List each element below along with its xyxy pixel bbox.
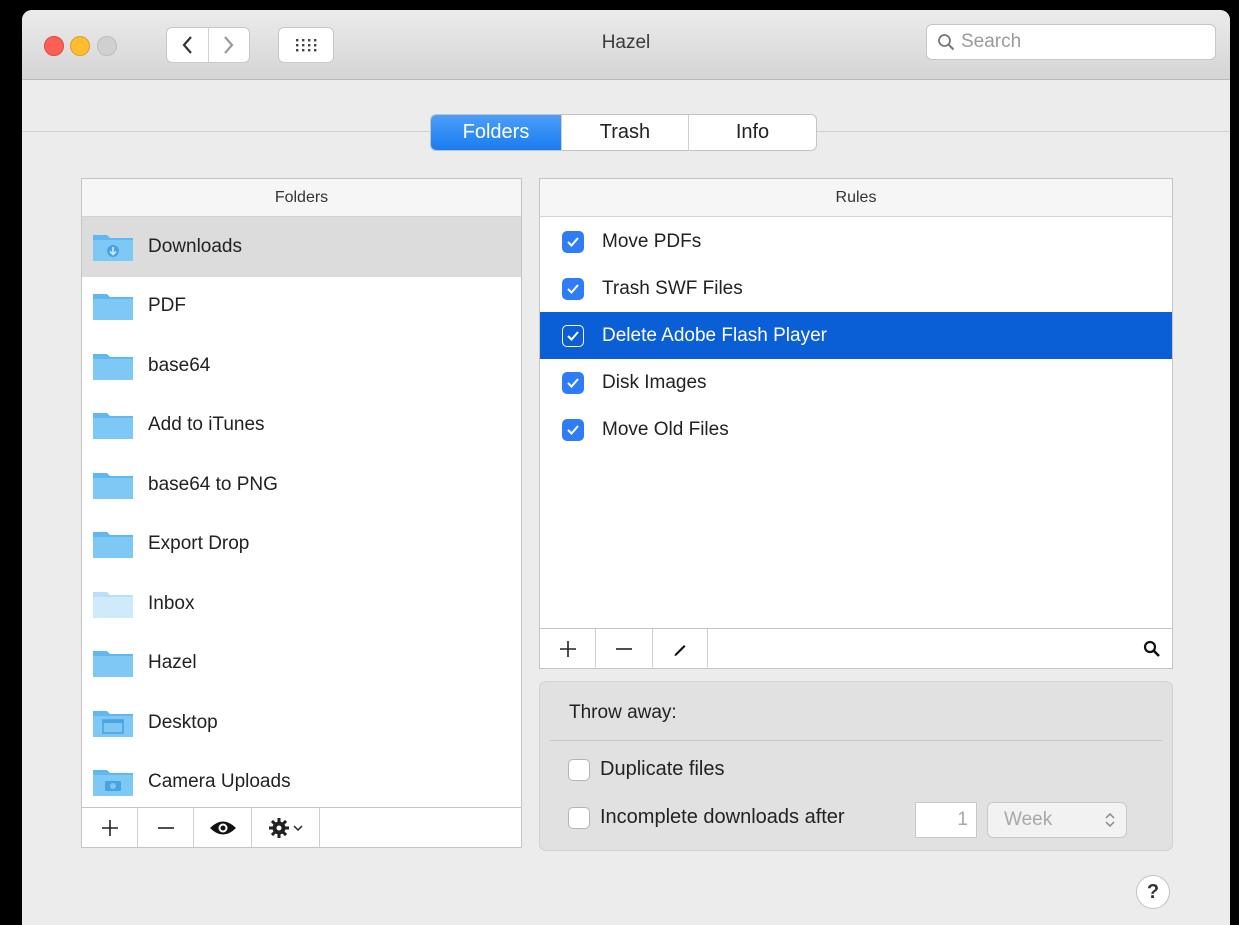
folder-list[interactable]: Downloads PDF base64 Add to iTunes base6… [82, 217, 521, 802]
checkmark-icon [567, 424, 579, 435]
throw-away-title: Throw away: [569, 702, 677, 723]
minus-icon [157, 826, 174, 829]
folder-label: Add to iTunes [148, 414, 265, 436]
incomplete-downloads-unit-select[interactable]: Week [987, 802, 1127, 838]
rules-column-header: Rules [540, 179, 1172, 217]
folder-label: PDF [148, 295, 186, 317]
folder-item-downloads[interactable]: Downloads [82, 217, 521, 277]
camera-folder-icon [93, 770, 133, 797]
checkmark-icon [567, 283, 579, 294]
titlebar: Hazel [22, 10, 1230, 80]
rule-list[interactable]: Move PDFs Trash SWF Files Delete Adobe F… [540, 218, 1172, 628]
chevron-down-icon [293, 824, 303, 831]
search-icon [938, 34, 955, 51]
unit-select-value: Week [1004, 809, 1053, 830]
rule-item-move-old-files[interactable]: Move Old Files [540, 406, 1172, 453]
rule-item-disk-images[interactable]: Disk Images [540, 359, 1172, 406]
downloads-folder-icon [93, 234, 133, 261]
add-folder-button[interactable] [82, 808, 138, 847]
remove-folder-button[interactable] [138, 808, 194, 847]
folder-icon [93, 532, 133, 559]
rules-toolbar-spacer [708, 629, 1132, 668]
folder-icon [93, 413, 133, 440]
plus-icon [101, 819, 118, 836]
duplicate-files-option[interactable]: Duplicate files [568, 758, 725, 781]
rule-item-trash-swf-files[interactable]: Trash SWF Files [540, 265, 1172, 312]
tab-trash[interactable]: Trash [561, 115, 688, 150]
folder-label: base64 [148, 354, 211, 376]
folder-icon [93, 472, 133, 499]
folder-item-desktop[interactable]: Desktop [82, 693, 521, 753]
search-field[interactable] [926, 24, 1216, 60]
duplicate-files-checkbox[interactable] [568, 758, 590, 781]
folder-item-add-to-itunes[interactable]: Add to iTunes [82, 396, 521, 456]
folders-toolbar [82, 807, 521, 847]
up-down-arrows-icon [1105, 812, 1115, 828]
folder-label: Camera Uploads [148, 771, 291, 793]
folder-label: Downloads [148, 235, 242, 257]
rule-label: Disk Images [602, 371, 707, 393]
tab-info[interactable]: Info [688, 115, 816, 150]
plus-icon [559, 640, 576, 657]
folder-label: base64 to PNG [148, 473, 278, 495]
folder-item-base64-to-png[interactable]: base64 to PNG [82, 455, 521, 515]
throw-away-box: Throw away: Duplicate files Incomplete d… [539, 681, 1173, 851]
eye-icon [209, 821, 236, 834]
incomplete-downloads-checkbox[interactable] [568, 806, 590, 829]
incomplete-downloads-count-field[interactable]: 1 [915, 802, 977, 838]
folder-icon [93, 294, 133, 321]
preview-folder-button[interactable] [194, 808, 252, 847]
rule-enabled-checkbox[interactable] [562, 277, 584, 300]
rule-enabled-checkbox[interactable] [562, 230, 584, 253]
preview-rule-button[interactable] [1132, 629, 1172, 668]
folders-panel: Folders Downloads PDF base64 Add to iTun… [81, 178, 522, 848]
checkmark-icon [567, 330, 579, 341]
tab-folders[interactable]: Folders [431, 115, 561, 150]
folder-label: Hazel [148, 652, 197, 674]
desktop-folder-icon [93, 710, 133, 737]
rule-label: Trash SWF Files [602, 277, 743, 299]
add-rule-button[interactable] [540, 629, 596, 668]
rule-label: Move PDFs [602, 230, 702, 252]
incomplete-downloads-option[interactable]: Incomplete downloads after [568, 806, 845, 829]
checkmark-icon [567, 236, 579, 247]
folder-label: Desktop [148, 711, 218, 733]
edit-rule-button[interactable] [653, 629, 708, 668]
light-folder-icon [93, 591, 133, 618]
rule-item-move-pdfs[interactable]: Move PDFs [540, 218, 1172, 265]
folder-label: Export Drop [148, 533, 250, 555]
rule-label: Move Old Files [602, 418, 729, 440]
rule-enabled-checkbox[interactable] [562, 418, 584, 441]
rules-toolbar [540, 628, 1172, 668]
folder-label: Inbox [148, 592, 195, 614]
folder-actions-menu-button[interactable] [252, 808, 320, 847]
folders-column-header: Folders [82, 179, 521, 217]
remove-rule-button[interactable] [596, 629, 653, 668]
rule-enabled-checkbox[interactable] [562, 324, 584, 347]
folder-item-export-drop[interactable]: Export Drop [82, 515, 521, 575]
rule-enabled-checkbox[interactable] [562, 371, 584, 394]
minus-icon [616, 647, 632, 650]
folder-icon [93, 651, 133, 678]
folder-item-camera-uploads[interactable]: Camera Uploads [82, 753, 521, 803]
help-button[interactable]: ? [1136, 875, 1170, 909]
duplicate-files-label: Duplicate files [600, 758, 725, 780]
search-input[interactable] [961, 31, 1201, 53]
pencil-icon [674, 644, 686, 656]
throw-away-divider [550, 740, 1162, 741]
folder-icon [93, 353, 133, 380]
folder-item-base64[interactable]: base64 [82, 336, 521, 396]
rule-label: Delete Adobe Flash Player [602, 324, 827, 346]
checkmark-icon [567, 377, 579, 388]
rules-panel: Rules Move PDFs Trash SWF Files Delete A… [539, 178, 1173, 669]
incomplete-downloads-label: Incomplete downloads after [600, 806, 845, 828]
rule-item-delete-adobe-flash-player[interactable]: Delete Adobe Flash Player [540, 312, 1172, 359]
gear-icon [269, 817, 289, 838]
folder-item-pdf[interactable]: PDF [82, 277, 521, 337]
folder-item-inbox[interactable]: Inbox [82, 574, 521, 634]
tab-bar: Folders Trash Info [430, 114, 817, 151]
magnifier-icon [1143, 640, 1160, 657]
hazel-window: Hazel Folders Trash Info Folders Downloa… [22, 10, 1230, 925]
folder-item-hazel[interactable]: Hazel [82, 634, 521, 694]
